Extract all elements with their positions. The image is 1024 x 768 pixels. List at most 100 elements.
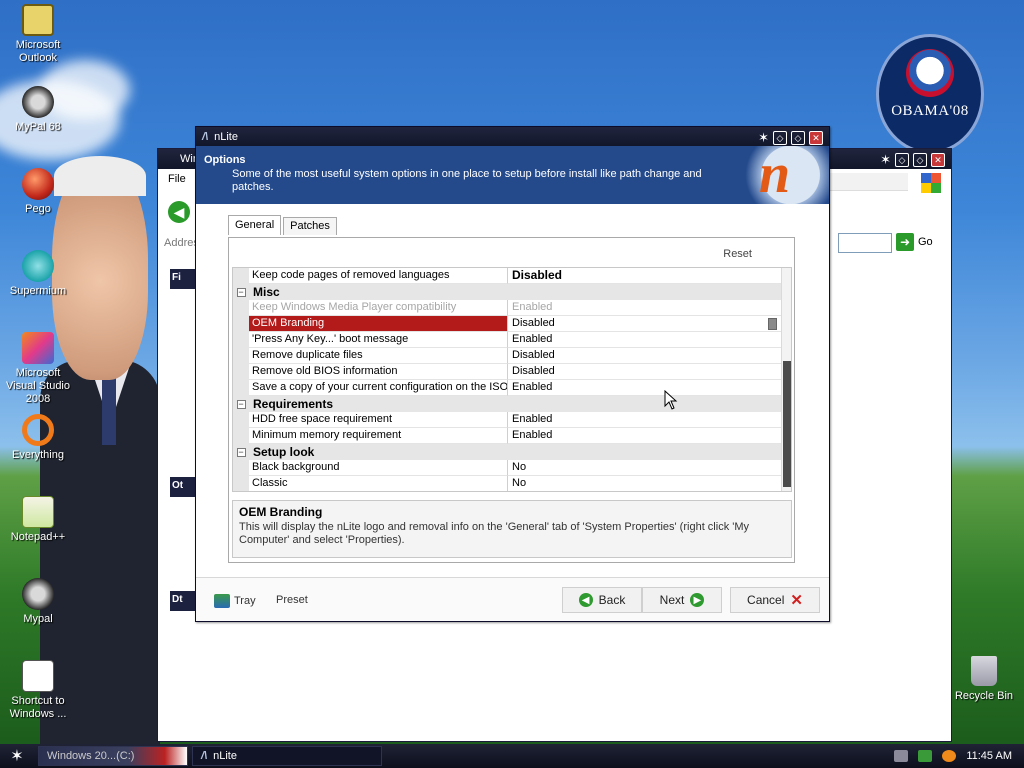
- category-row[interactable]: − Misc: [233, 284, 791, 300]
- category-label: Misc: [253, 285, 280, 299]
- go-button[interactable]: ➜ Go: [896, 233, 933, 251]
- option-name: Black background: [249, 460, 508, 476]
- header-description: Some of the most useful system options i…: [232, 168, 702, 193]
- desktop-icon-label: Microsoft Outlook: [15, 39, 61, 64]
- desktop-icon-outlook[interactable]: Microsoft Outlook: [0, 4, 76, 65]
- option-value[interactable]: Enabled: [508, 412, 781, 428]
- options-header: Options Some of the most useful system o…: [196, 146, 829, 204]
- option-row[interactable]: Black background No: [233, 460, 791, 476]
- option-value[interactable]: Disabled: [508, 268, 781, 284]
- grid-scrollbar[interactable]: [781, 268, 791, 491]
- option-value[interactable]: Enabled: [508, 428, 781, 444]
- taskbar-item-label: nLite: [213, 750, 237, 762]
- option-value[interactable]: No: [508, 476, 781, 491]
- supermium-icon: [22, 250, 54, 282]
- option-name: OEM Branding: [249, 316, 508, 332]
- tab-patches[interactable]: Patches: [283, 217, 337, 235]
- nlite-emblem-icon: n: [733, 146, 829, 204]
- task-pane-box[interactable]: Dt: [170, 591, 196, 611]
- desktop-icon-everything[interactable]: Everything: [0, 414, 76, 462]
- back-button[interactable]: ◀ Back: [562, 587, 642, 613]
- dialog-footer: Tray Preset ◀ Back Next ▶ Cancel ✕: [196, 577, 829, 621]
- desktop-icon-mypal68[interactable]: MyPal 68: [0, 86, 76, 134]
- desktop-icon-label: MyPal 68: [15, 121, 61, 133]
- scrollbar-thumb[interactable]: [783, 361, 791, 487]
- desktop-icon-pego[interactable]: Pego: [0, 168, 76, 216]
- option-value[interactable]: Disabled: [508, 364, 781, 380]
- category-row[interactable]: − Requirements: [233, 396, 791, 412]
- cancel-x-icon: ✕: [790, 592, 803, 609]
- value-dropdown-button[interactable]: [768, 318, 777, 330]
- header-title: Options: [204, 154, 246, 166]
- description-box: OEM Branding This will display the nLite…: [232, 500, 792, 558]
- minimize-button[interactable]: ◇: [895, 153, 909, 167]
- preset-button[interactable]: Preset: [276, 594, 308, 606]
- address-input[interactable]: [838, 233, 892, 253]
- collapse-icon[interactable]: −: [236, 399, 246, 409]
- option-value[interactable]: Disabled: [508, 348, 781, 364]
- option-value[interactable]: Enabled: [508, 380, 781, 396]
- next-button[interactable]: Next ▶: [642, 587, 722, 613]
- explorer-back-button[interactable]: ◀: [168, 201, 190, 223]
- cancel-button[interactable]: Cancel ✕: [730, 587, 820, 613]
- option-row[interactable]: 'Press Any Key...' boot message Enabled: [233, 332, 791, 348]
- next-arrow-icon: ▶: [690, 593, 705, 607]
- mypal-icon: [22, 86, 54, 118]
- taskbar-item-nlite[interactable]: /\ nLite: [192, 746, 382, 766]
- desktop-icon-supermium[interactable]: Supermium: [0, 250, 76, 298]
- explorer-menu-file[interactable]: File: [158, 169, 198, 191]
- network-icon[interactable]: [918, 750, 933, 762]
- maximize-button[interactable]: ◇: [913, 153, 927, 167]
- star-icon[interactable]: ✶: [880, 152, 891, 168]
- desktop-icon-notepadpp[interactable]: Notepad++: [0, 496, 76, 544]
- back-label: Back: [598, 593, 626, 607]
- start-button[interactable]: ✶: [0, 744, 34, 768]
- obama-o-icon: [906, 49, 954, 97]
- option-row[interactable]: Minimum memory requirement Enabled: [233, 428, 791, 444]
- option-row[interactable]: HDD free space requirement Enabled: [233, 412, 791, 428]
- collapse-icon[interactable]: −: [236, 447, 246, 457]
- option-row: Keep Windows Media Player compatibility …: [233, 300, 791, 316]
- option-row[interactable]: Save a copy of your current configuratio…: [233, 380, 791, 396]
- option-name: Save a copy of your current configuratio…: [249, 380, 508, 396]
- nlite-app-icon: /\: [202, 130, 209, 143]
- nlite-window[interactable]: /\ nLite ✶ ◇ ◇ ✕ Options Some of the mos…: [195, 126, 830, 622]
- minimize-button[interactable]: ◇: [773, 131, 787, 145]
- option-row[interactable]: Remove old BIOS information Disabled: [233, 364, 791, 380]
- desktop-icon-shortcut[interactable]: Shortcut to Windows ...: [0, 660, 76, 721]
- task-pane-box[interactable]: Fi: [170, 269, 196, 289]
- option-row[interactable]: Classic No: [233, 476, 791, 491]
- taskbar-item-explorer[interactable]: Windows 20...(C:): [38, 746, 188, 766]
- desktop-icon-recycle-bin[interactable]: Recycle Bin: [944, 656, 1024, 702]
- option-row[interactable]: Keep code pages of removed languages Dis…: [233, 268, 791, 284]
- option-name: Minimum memory requirement: [249, 428, 508, 444]
- clock[interactable]: 11:45 AM: [966, 750, 1012, 762]
- keyboard-icon[interactable]: [894, 750, 909, 762]
- description-text: This will display the nLite logo and rem…: [239, 521, 750, 546]
- option-name: Keep code pages of removed languages: [249, 268, 508, 284]
- everything-icon: [22, 414, 54, 446]
- close-button[interactable]: ✕: [931, 153, 945, 167]
- desktop-icon-mypal[interactable]: Mypal: [0, 578, 76, 626]
- search-icon[interactable]: [942, 750, 957, 762]
- option-value[interactable]: Enabled: [508, 332, 781, 348]
- reset-link[interactable]: Reset: [723, 248, 752, 260]
- tab-general[interactable]: General: [228, 215, 282, 235]
- tray-button[interactable]: Tray: [214, 594, 256, 608]
- desktop-icon-label: Mypal: [23, 613, 53, 625]
- option-row[interactable]: Remove duplicate files Disabled: [233, 348, 791, 364]
- nlite-title-bar[interactable]: /\ nLite ✶ ◇ ◇ ✕: [196, 127, 829, 146]
- desktop-icon-visual-studio[interactable]: Microsoft Visual Studio 2008: [0, 332, 76, 406]
- option-name: Classic: [249, 476, 508, 491]
- collapse-icon[interactable]: −: [236, 287, 246, 297]
- option-row[interactable]: OEM Branding Disabled: [233, 316, 791, 332]
- option-value[interactable]: Disabled: [508, 316, 781, 332]
- maximize-button[interactable]: ◇: [791, 131, 805, 145]
- options-grid[interactable]: Keep code pages of removed languages Dis…: [232, 267, 792, 492]
- option-value[interactable]: No: [508, 460, 781, 476]
- system-tray: 11:45 AM: [894, 750, 1024, 762]
- star-icon[interactable]: ✶: [758, 130, 769, 146]
- close-button[interactable]: ✕: [809, 131, 823, 145]
- category-row[interactable]: − Setup look: [233, 444, 791, 460]
- task-pane-box[interactable]: Ot: [170, 477, 196, 497]
